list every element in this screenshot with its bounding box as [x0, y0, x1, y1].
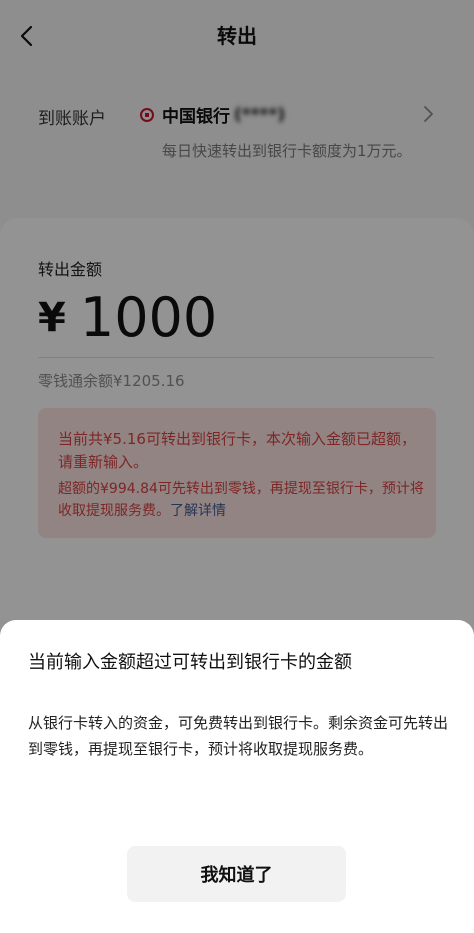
dialog-body: 从银行卡转入的资金，可免费转出到银行卡。剩余资金可先转出到零钱，再提现至银行卡，…	[28, 714, 449, 758]
bottom-sheet-dialog: 当前输入金额超过可转出到银行卡的金额 从银行卡转入的资金，可免费转出到银行卡。剩…	[0, 620, 474, 933]
got-it-button[interactable]: 我知道了	[127, 846, 346, 902]
dialog-title: 当前输入金额超过可转出到银行卡的金额	[28, 652, 352, 673]
